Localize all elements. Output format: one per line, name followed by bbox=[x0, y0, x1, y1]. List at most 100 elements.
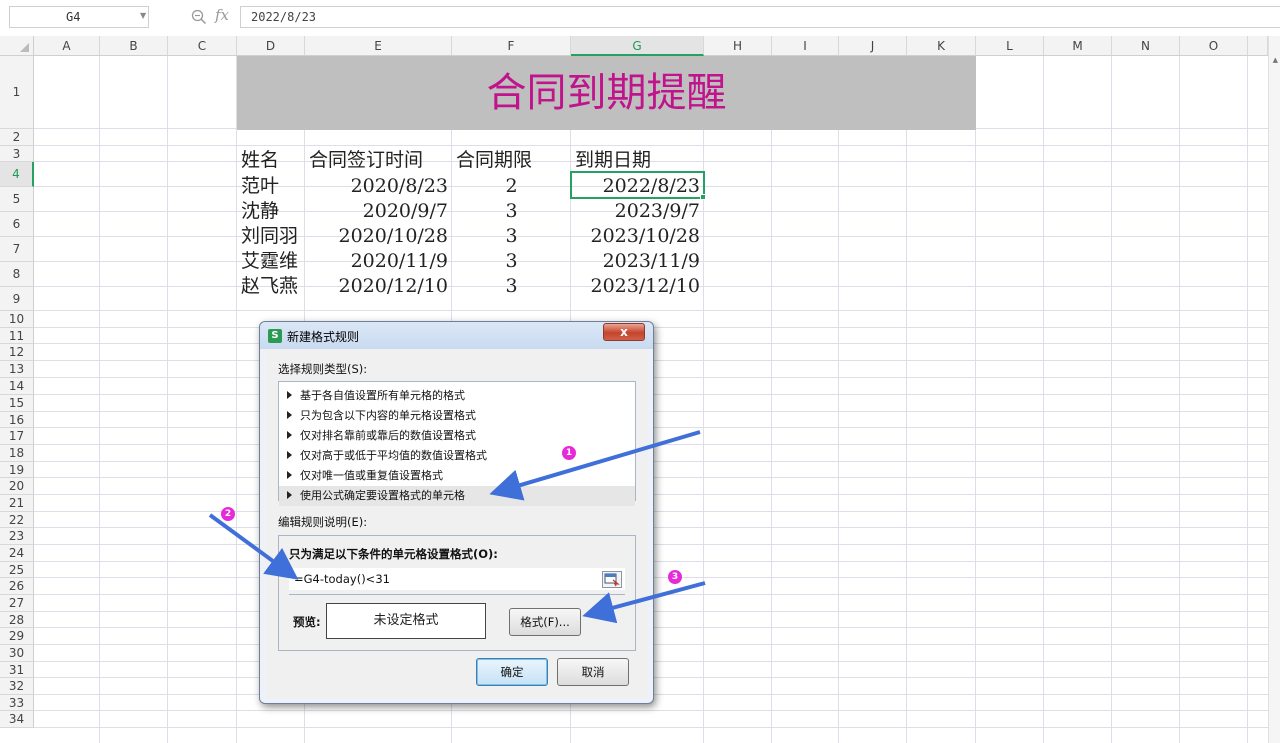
row-header-9[interactable]: 9 bbox=[0, 287, 34, 311]
cancel-button[interactable]: 取消 bbox=[557, 658, 629, 686]
table-cell[interactable]: 2023/12/10 bbox=[571, 274, 704, 299]
table-cell[interactable]: 3 bbox=[452, 224, 571, 249]
row-header-34[interactable]: 34 bbox=[0, 711, 34, 728]
close-button[interactable]: x bbox=[603, 323, 645, 341]
vertical-scrollbar[interactable] bbox=[1268, 36, 1280, 743]
name-box[interactable]: G4 bbox=[9, 6, 149, 28]
formula-input[interactable]: 2022/8/23 bbox=[240, 6, 1280, 28]
table-cell[interactable]: 2020/12/10 bbox=[305, 274, 452, 299]
row-header-12[interactable]: 12 bbox=[0, 344, 34, 361]
row-header-16[interactable]: 16 bbox=[0, 412, 34, 428]
row-header-8[interactable]: 8 bbox=[0, 262, 34, 287]
column-header-j[interactable]: J bbox=[839, 36, 907, 56]
rule-type-item[interactable]: 使用公式确定要设置格式的单元格 bbox=[279, 486, 635, 506]
row-header-24[interactable]: 24 bbox=[0, 545, 34, 562]
row-header-1[interactable]: 1 bbox=[0, 56, 34, 129]
row-header-7[interactable]: 7 bbox=[0, 237, 34, 262]
dialog-titlebar[interactable]: S 新建格式规则 x bbox=[260, 322, 653, 349]
rule-type-label-text: 只为包含以下内容的单元格设置格式 bbox=[300, 409, 476, 422]
column-header-d[interactable]: D bbox=[237, 36, 305, 56]
row-header-30[interactable]: 30 bbox=[0, 645, 34, 662]
row-header-25[interactable]: 25 bbox=[0, 562, 34, 578]
edit-desc-label: 编辑规则说明(E): bbox=[278, 515, 368, 529]
row-header-29[interactable]: 29 bbox=[0, 628, 34, 645]
column-header-k[interactable]: K bbox=[907, 36, 976, 56]
active-cell-selection[interactable] bbox=[570, 171, 705, 199]
range-select-button[interactable] bbox=[602, 571, 622, 588]
ok-button[interactable]: 确定 bbox=[476, 658, 548, 686]
rule-type-item[interactable]: 仅对排名靠前或靠后的数值设置格式 bbox=[279, 426, 635, 446]
row-header-17[interactable]: 17 bbox=[0, 428, 34, 445]
row-header-33[interactable]: 33 bbox=[0, 695, 34, 711]
row-header-4[interactable]: 4 bbox=[0, 162, 34, 187]
table-cell[interactable]: 刘同羽 bbox=[237, 224, 305, 249]
row-header-21[interactable]: 21 bbox=[0, 495, 34, 512]
header-cell[interactable]: 到期日期 bbox=[571, 148, 744, 173]
scroll-up-icon[interactable]: ▲ bbox=[1273, 56, 1278, 64]
column-header-n[interactable]: N bbox=[1112, 36, 1180, 56]
zoom-icon[interactable] bbox=[191, 9, 207, 25]
table-cell[interactable]: 赵飞燕 bbox=[237, 274, 305, 299]
fx-icon[interactable]: fx bbox=[215, 6, 229, 24]
row-header-27[interactable]: 27 bbox=[0, 595, 34, 612]
table-cell[interactable]: 沈静 bbox=[237, 199, 305, 224]
row-header-23[interactable]: 23 bbox=[0, 528, 34, 545]
name-box-dropdown-icon[interactable]: ▼ bbox=[140, 11, 146, 20]
step-badge-3: 3 bbox=[668, 570, 682, 584]
format-button[interactable]: 格式(F)... bbox=[509, 608, 581, 636]
column-header-h[interactable]: H bbox=[704, 36, 772, 56]
fill-handle[interactable] bbox=[700, 194, 706, 200]
table-cell[interactable]: 2020/9/7 bbox=[305, 199, 452, 224]
table-cell[interactable]: 2023/10/28 bbox=[571, 224, 704, 249]
row-header-14[interactable]: 14 bbox=[0, 378, 34, 395]
column-header-f[interactable]: F bbox=[452, 36, 571, 56]
table-cell[interactable]: 2023/9/7 bbox=[571, 199, 704, 224]
column-header-o[interactable]: O bbox=[1180, 36, 1248, 56]
row-header-11[interactable]: 11 bbox=[0, 328, 34, 344]
table-cell[interactable]: 3 bbox=[452, 199, 571, 224]
row-header-2[interactable]: 2 bbox=[0, 129, 34, 146]
table-cell[interactable]: 3 bbox=[452, 274, 571, 299]
row-header-6[interactable]: 6 bbox=[0, 212, 34, 237]
row-header-22[interactable]: 22 bbox=[0, 512, 34, 528]
row-header-32[interactable]: 32 bbox=[0, 678, 34, 695]
rule-type-list[interactable]: 基于各自值设置所有单元格的格式只为包含以下内容的单元格设置格式仅对排名靠前或靠后… bbox=[278, 381, 636, 506]
formula-field[interactable]: =G4-today()<31 bbox=[289, 568, 625, 590]
column-header-i[interactable]: I bbox=[772, 36, 839, 56]
row-header-10[interactable]: 10 bbox=[0, 311, 34, 328]
row-header-20[interactable]: 20 bbox=[0, 478, 34, 495]
row-header-28[interactable]: 28 bbox=[0, 612, 34, 628]
row-header-31[interactable]: 31 bbox=[0, 662, 34, 678]
row-header-18[interactable]: 18 bbox=[0, 445, 34, 462]
column-header-a[interactable]: A bbox=[34, 36, 100, 56]
gridline-vertical bbox=[838, 56, 839, 743]
column-header-l[interactable]: L bbox=[976, 36, 1044, 56]
row-header-26[interactable]: 26 bbox=[0, 578, 34, 595]
preview-box: 未设定格式 bbox=[326, 603, 486, 639]
column-header-e[interactable]: E bbox=[305, 36, 452, 56]
table-cell[interactable]: 2020/8/23 bbox=[305, 174, 452, 199]
row-header-13[interactable]: 13 bbox=[0, 361, 34, 378]
select-all-corner[interactable] bbox=[0, 36, 34, 56]
table-cell[interactable]: 3 bbox=[452, 249, 571, 274]
row-header-5[interactable]: 5 bbox=[0, 187, 34, 212]
rule-type-item[interactable]: 基于各自值设置所有单元格的格式 bbox=[279, 386, 635, 406]
column-header-g[interactable]: G bbox=[571, 36, 704, 56]
rule-type-item[interactable]: 仅对唯一值或重复值设置格式 bbox=[279, 466, 635, 486]
table-cell[interactable]: 2020/10/28 bbox=[305, 224, 452, 249]
rule-type-label-text: 使用公式确定要设置格式的单元格 bbox=[300, 489, 465, 502]
rule-type-item[interactable]: 仅对高于或低于平均值的数值设置格式 bbox=[279, 446, 635, 466]
rule-type-item[interactable]: 只为包含以下内容的单元格设置格式 bbox=[279, 406, 635, 426]
column-header-c[interactable]: C bbox=[168, 36, 237, 56]
table-cell[interactable]: 2020/11/9 bbox=[305, 249, 452, 274]
row-header-19[interactable]: 19 bbox=[0, 462, 34, 478]
rule-description-group: 只为满足以下条件的单元格设置格式(O): =G4-today()<31 预览: … bbox=[278, 535, 636, 651]
table-cell[interactable]: 艾霆维 bbox=[237, 249, 305, 274]
table-cell[interactable]: 2023/11/9 bbox=[571, 249, 704, 274]
table-cell[interactable]: 范叶 bbox=[237, 174, 305, 199]
table-cell[interactable]: 2 bbox=[452, 174, 571, 199]
column-header-b[interactable]: B bbox=[100, 36, 168, 56]
row-header-3[interactable]: 3 bbox=[0, 146, 34, 162]
column-header-m[interactable]: M bbox=[1044, 36, 1112, 56]
row-header-15[interactable]: 15 bbox=[0, 395, 34, 412]
